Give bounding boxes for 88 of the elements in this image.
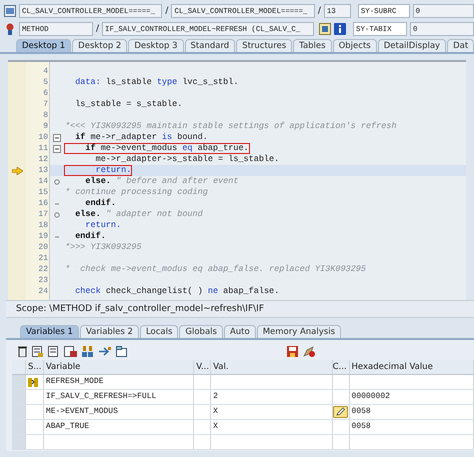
code-line: return. xyxy=(84,220,122,231)
line-number: 15 xyxy=(37,187,49,198)
table-cell: X xyxy=(211,420,333,434)
column-header[interactable]: V... xyxy=(194,360,212,374)
line-number: 19 xyxy=(37,231,49,242)
line-number: 17 xyxy=(37,209,49,220)
line-number: 11 xyxy=(37,143,49,154)
column-header[interactable]: Hexadecimal Value xyxy=(350,360,474,374)
arrow-icon[interactable] xyxy=(99,346,111,356)
tab[interactable]: Auto xyxy=(224,325,256,338)
tab[interactable]: Locals xyxy=(140,325,178,338)
column-header[interactable]: S... xyxy=(26,360,44,374)
scope-text: Scope: \METHOD if_salv_controller_model~refresh\IF\IF xyxy=(6,300,474,318)
code-line: endif. xyxy=(84,198,118,209)
table-cell: IF_SALV_C_REFRESH=>FULL xyxy=(44,390,194,404)
table-cell: REFRESH_MODE xyxy=(44,375,194,389)
tab[interactable]: Standard xyxy=(184,39,236,52)
line-number: 20 xyxy=(37,242,49,253)
line-number: 21 xyxy=(37,253,49,264)
line-number: 13 xyxy=(37,165,49,176)
code-line: check check_changelist( ) ne abap_false. xyxy=(74,286,280,297)
tab[interactable]: Variables 2 xyxy=(80,325,139,338)
tab[interactable]: Desktop 1 xyxy=(16,39,72,52)
tab[interactable]: Dat xyxy=(447,39,474,52)
folder-icon[interactable] xyxy=(116,346,127,356)
table-cell: 0058 xyxy=(350,405,474,419)
line-number: 14 xyxy=(37,176,49,187)
tab[interactable]: Objects xyxy=(332,39,377,52)
separator-text: / xyxy=(165,6,168,16)
code-line: me->r_adapter->s_stable = ls_stable. xyxy=(94,154,280,165)
tab[interactable]: Structures xyxy=(236,39,292,52)
table-cell: 0058 xyxy=(350,420,474,434)
table-cell: ABAP_TRUE xyxy=(44,420,194,434)
tab[interactable]: Variables 1 xyxy=(20,325,79,338)
code-line: *>>> YI3K093295 xyxy=(64,242,143,253)
line-number: 7 xyxy=(42,99,49,110)
code-line: else. " before and after event xyxy=(84,176,240,187)
tab[interactable]: Globals xyxy=(179,325,223,338)
circle-icon xyxy=(54,178,60,184)
hierarchy-icon[interactable] xyxy=(82,346,94,356)
circle-icon xyxy=(54,212,60,218)
code-line: *<<< YI3K093295 maintain stable settings of application's refresh xyxy=(64,121,398,132)
line-number: 23 xyxy=(37,275,49,286)
pencil-icon[interactable] xyxy=(332,406,348,418)
code-line: * check me->event_modus eq abap_false. replaced YI3K093295 xyxy=(64,264,367,275)
line-number: 4 xyxy=(42,66,49,77)
code-line: endif. xyxy=(74,231,107,242)
column-header[interactable]: C... xyxy=(332,360,350,374)
document-icon[interactable] xyxy=(32,346,43,356)
ribbon-icon xyxy=(4,23,16,35)
column-header[interactable]: Variable xyxy=(44,360,194,374)
trash-icon[interactable] xyxy=(18,346,27,356)
info-icon[interactable] xyxy=(334,23,346,35)
dash-icon xyxy=(54,234,60,240)
tab[interactable]: Memory Analysis xyxy=(256,325,341,338)
line-number: 22 xyxy=(37,264,49,275)
table-cell: 00000002 xyxy=(350,390,474,404)
line-number: 5 xyxy=(42,77,49,88)
separator-text: / xyxy=(318,6,321,16)
collapse-icon xyxy=(53,144,61,152)
arrow-icon xyxy=(12,166,22,174)
line-number: 10 xyxy=(37,132,49,143)
tab[interactable]: Desktop 3 xyxy=(128,39,184,52)
separator-text: / xyxy=(96,24,100,34)
code-line: data: ls_stable type lvc_s_stbl. xyxy=(74,77,240,88)
code-line: if me->r_adapter is bound. xyxy=(74,132,209,143)
code-line: ls_stable = s_stable. xyxy=(74,99,184,110)
line-number: 16 xyxy=(37,198,49,209)
window-icon xyxy=(4,5,16,17)
table-cell: 2 xyxy=(211,390,333,404)
line-number: 8 xyxy=(42,110,49,121)
tab[interactable]: DetailDisplay xyxy=(378,39,446,52)
line-number: 9 xyxy=(42,121,49,132)
tab[interactable]: Desktop 2 xyxy=(72,39,128,52)
save-icon[interactable] xyxy=(287,346,298,356)
table-cell: ME->EVENT_MODUS xyxy=(44,405,194,419)
line-number: 12 xyxy=(37,154,49,165)
code-line: * continue processing coding xyxy=(64,187,209,198)
collapse-icon xyxy=(53,134,61,142)
code-line: else. " adapter not bound xyxy=(74,209,204,220)
dash-icon xyxy=(54,200,60,206)
line-number: 6 xyxy=(42,88,49,99)
document-icon[interactable] xyxy=(48,346,59,356)
column-header[interactable]: Val. xyxy=(211,360,333,374)
line-number: 18 xyxy=(37,220,49,231)
document-icon[interactable] xyxy=(64,346,77,356)
tab[interactable]: Tables xyxy=(293,39,332,52)
line-number: 24 xyxy=(37,286,49,297)
